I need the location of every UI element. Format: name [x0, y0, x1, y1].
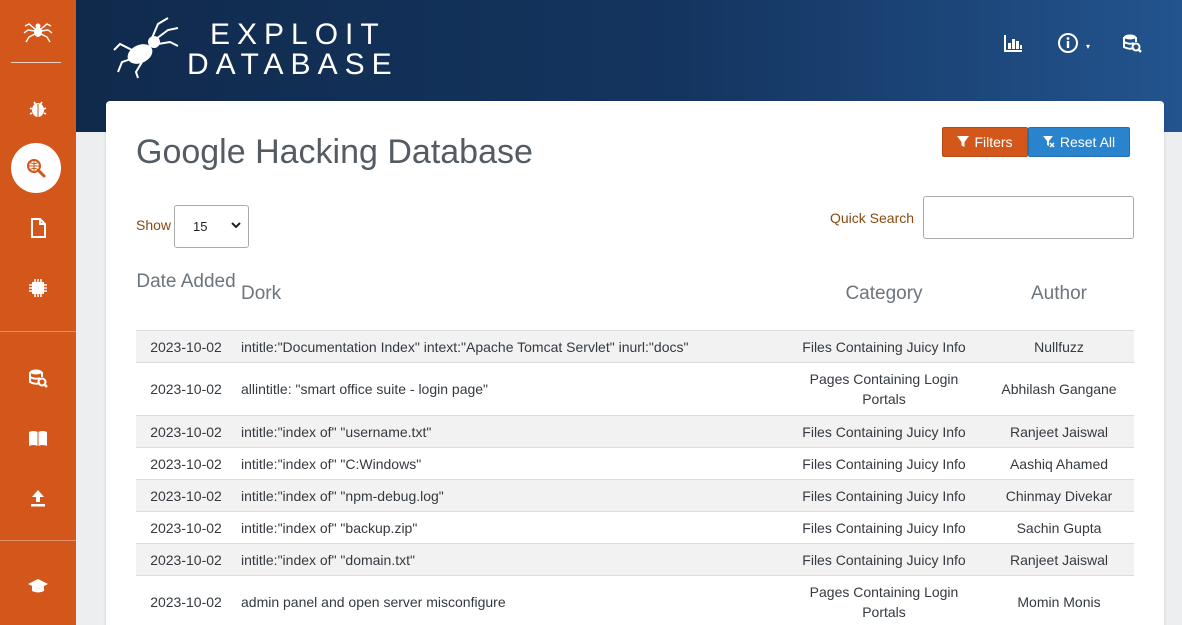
cell-dork-link[interactable]: allintitle: "smart office suite - login … [241, 363, 791, 415]
sidebar [0, 0, 76, 625]
cell-date: 2023-10-02 [150, 455, 222, 472]
column-header-category[interactable]: Category [800, 283, 968, 305]
sidebar-separator [0, 540, 76, 541]
cell-author-link[interactable]: Nullfuzz [988, 331, 1130, 362]
cell-author-link[interactable]: Abhilash Gangane [988, 363, 1130, 415]
page-title: Google Hacking Database [136, 133, 533, 171]
cell-author-link[interactable]: Ranjeet Jaiswal [988, 544, 1130, 575]
cell-date: 2023-10-02 [150, 423, 222, 440]
reset-all-button[interactable]: Reset All [1028, 127, 1130, 157]
main-card: Google Hacking Database Filters Reset Al… [106, 101, 1164, 625]
filters-button[interactable]: Filters [942, 127, 1028, 157]
chevron-down-icon[interactable]: ▾ [1086, 42, 1090, 51]
page-size-select[interactable]: 15 [174, 205, 249, 248]
table-row: 2023-10-02 intitle:"index of" "username.… [136, 415, 1134, 447]
sidebar-item-ghdb[interactable] [11, 143, 61, 193]
sidebar-item-shellcodes[interactable] [0, 264, 76, 312]
book-open-icon [29, 431, 47, 446]
sidebar-item-upload[interactable] [0, 474, 76, 522]
cell-category-link[interactable]: Files Containing Juicy Info [800, 480, 968, 511]
filters-button-label: Filters [974, 134, 1013, 150]
sidebar-item-search-edb[interactable] [0, 354, 76, 402]
cell-category-link[interactable]: Files Containing Juicy Info [800, 448, 968, 479]
cell-dork-link[interactable]: intitle:"index of" "domain.txt" [241, 544, 791, 575]
cell-date: 2023-10-02 [150, 487, 222, 504]
info-icon [1058, 33, 1078, 53]
cell-category-link[interactable]: Files Containing Juicy Info [800, 331, 968, 362]
cell-category-link[interactable]: Files Containing Juicy Info [800, 512, 968, 543]
stats-button[interactable] [1000, 30, 1026, 56]
cell-category-link[interactable]: Files Containing Juicy Info [800, 416, 968, 447]
cell-date: 2023-10-02 [150, 594, 222, 610]
cell-category-link[interactable]: Pages Containing Login Portals [800, 576, 968, 625]
table-row: 2023-10-02 intitle:"index of" "backup.zi… [136, 511, 1134, 543]
spider-logo-icon [113, 17, 179, 79]
sidebar-item-exploits[interactable] [0, 84, 76, 132]
database-search-icon [29, 369, 48, 388]
upload-icon [31, 490, 45, 507]
cell-dork-link[interactable]: intitle:"index of" "npm-debug.log" [241, 480, 791, 511]
cell-date: 2023-10-02 [150, 381, 222, 397]
spider-logo-icon[interactable] [0, 0, 76, 62]
search-globe-icon [27, 159, 46, 178]
cell-author-link[interactable]: Ranjeet Jaiswal [988, 416, 1130, 447]
chevron-down-icon [231, 222, 241, 229]
cell-author-link[interactable]: Aashiq Ahamed [988, 448, 1130, 479]
cell-dork-link[interactable]: intitle:"Documentation Index" intext:"Ap… [241, 331, 791, 362]
table-header: Date Added Dork Category Author [136, 261, 1134, 329]
table-row: 2023-10-02 allintitle: "smart office sui… [136, 362, 1134, 415]
column-header-dork[interactable]: Dork [241, 283, 281, 305]
search-database-button[interactable] [1119, 30, 1145, 56]
sidebar-item-training[interactable] [0, 562, 76, 610]
cell-date: 2023-10-02 [150, 338, 222, 355]
chip-icon [29, 279, 47, 297]
stats-icon [1004, 35, 1022, 52]
filter-clear-icon [1042, 136, 1055, 148]
quick-search-input[interactable] [923, 196, 1134, 239]
table-row: 2023-10-02 admin panel and open server m… [136, 575, 1134, 625]
show-label: Show [136, 217, 172, 233]
cell-date: 2023-10-02 [150, 551, 222, 568]
page-size-value: 15 [193, 219, 208, 234]
sidebar-item-submissions[interactable] [0, 414, 76, 462]
reset-all-button-label: Reset All [1059, 134, 1116, 150]
sidebar-item-papers[interactable] [0, 204, 76, 252]
sidebar-divider [11, 62, 61, 63]
cell-author-link[interactable]: Sachin Gupta [988, 512, 1130, 543]
table-row: 2023-10-02 intitle:"index of" "C:Windows… [136, 447, 1134, 479]
cell-category-link[interactable]: Pages Containing Login Portals [800, 363, 968, 415]
brand-line-2: DATABASE [187, 48, 399, 81]
filter-icon [957, 136, 970, 147]
table-row: 2023-10-02 intitle:"index of" "npm-debug… [136, 479, 1134, 511]
database-search-icon [1123, 34, 1142, 53]
quick-search-label: Quick Search [830, 210, 915, 226]
bug-icon [29, 101, 47, 117]
column-header-author[interactable]: Author [988, 283, 1130, 305]
info-button[interactable] [1055, 30, 1081, 56]
document-icon [31, 218, 46, 238]
cell-dork-link[interactable]: intitle:"index of" "C:Windows" [241, 448, 791, 479]
sidebar-separator [0, 331, 76, 332]
graduation-cap-icon [28, 579, 48, 593]
column-header-date[interactable]: Date Added [136, 267, 236, 296]
cell-category-link[interactable]: Files Containing Juicy Info [800, 544, 968, 575]
page-background [1164, 132, 1182, 625]
brand-line-1: EXPLOIT [210, 18, 386, 51]
cell-date: 2023-10-02 [150, 519, 222, 536]
exploit-database-logo[interactable]: EXPLOIT DATABASE [112, 14, 392, 81]
cell-dork-link[interactable]: intitle:"index of" "backup.zip" [241, 512, 791, 543]
cell-dork-link[interactable]: intitle:"index of" "username.txt" [241, 416, 791, 447]
table-row: 2023-10-02 intitle:"Documentation Index"… [136, 330, 1134, 362]
cell-author-link[interactable]: Momin Monis [988, 576, 1130, 625]
table-row: 2023-10-02 intitle:"index of" "domain.tx… [136, 543, 1134, 575]
cell-author-link[interactable]: Chinmay Divekar [988, 480, 1130, 511]
cell-dork-link[interactable]: admin panel and open server misconfigure [241, 576, 791, 625]
